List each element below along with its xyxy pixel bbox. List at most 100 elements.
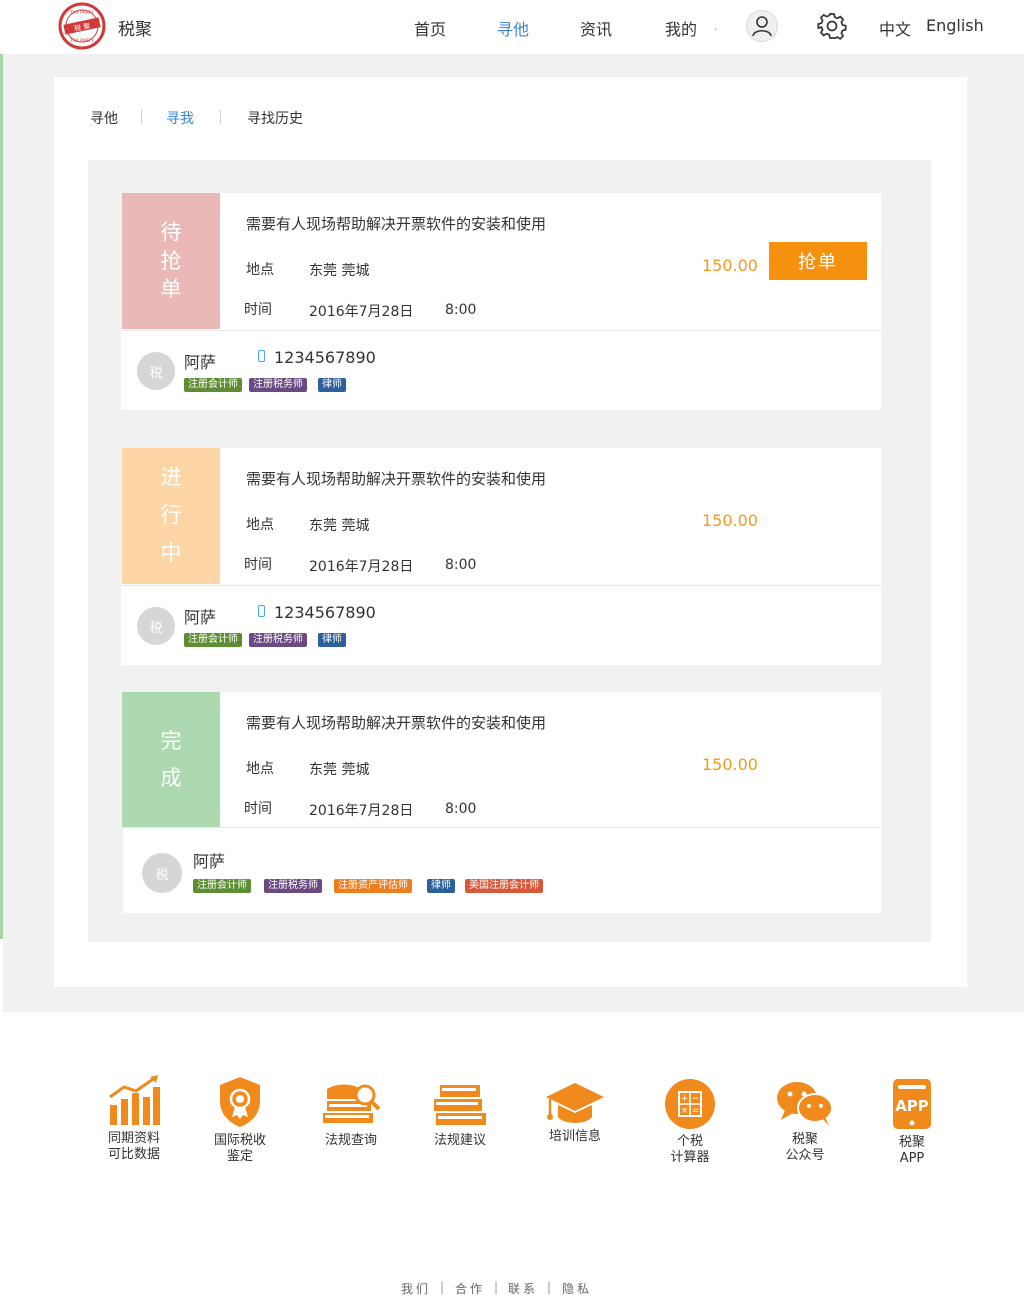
footer-label: 鉴定 <box>226 1149 253 1164</box>
tab-history[interactable]: 寻找历史 <box>247 108 303 128</box>
footer-label: 法规建议 <box>433 1133 486 1148</box>
nav-news[interactable]: 资讯 <box>580 16 612 40</box>
tag-tax-agent: 注册税务师 <box>264 879 322 893</box>
gear-icon[interactable] <box>817 11 847 41</box>
grab-order-button[interactable]: 抢单 <box>769 242 867 280</box>
svg-text:TAX PARTY: TAX PARTY <box>69 38 94 44</box>
user-button[interactable] <box>746 10 778 42</box>
location-label: 地点 <box>246 761 274 777</box>
svg-text:=: = <box>692 1106 700 1116</box>
tag-tax-agent: 注册税务师 <box>249 378 307 392</box>
nav-find-him[interactable]: 寻他 <box>497 16 529 40</box>
brand-name: 税聚 <box>118 20 152 40</box>
books-icon <box>434 1085 486 1125</box>
footer-link-contact[interactable]: 联系 <box>508 1280 538 1297</box>
calculator-icon: + − × = <box>665 1079 715 1129</box>
tab-find-him[interactable]: 寻他 <box>90 108 118 128</box>
footer-app[interactable]: APP 税聚 APP <box>862 1077 962 1167</box>
logo-seal-icon[interactable]: 税 聚 TAX PARTY TAX PARTY <box>58 2 106 50</box>
tag-accountant: 注册会计师 <box>184 378 242 392</box>
footer-link-privacy[interactable]: 隐私 <box>562 1280 592 1297</box>
tab-find-me[interactable]: 寻我 <box>166 108 194 128</box>
footer-link-about[interactable]: 我们 <box>401 1280 431 1297</box>
graduation-cap-icon <box>546 1083 604 1123</box>
tag-tax-agent: 注册税务师 <box>249 633 307 647</box>
nav-home[interactable]: 首页 <box>414 16 446 40</box>
user-row <box>123 828 881 913</box>
lang-chinese[interactable]: 中文 <box>879 16 911 40</box>
footer-label: 可比数据 <box>107 1147 160 1162</box>
app-icon: APP <box>893 1079 931 1129</box>
footer-label: 计算器 <box>670 1150 710 1165</box>
footer-label: APP <box>899 1151 925 1166</box>
status-badge: 待抢单 <box>122 193 220 329</box>
tab-divider <box>220 110 221 124</box>
svg-text:APP: APP <box>895 1097 929 1115</box>
status-badge: 完成 <box>122 692 220 827</box>
location-value: 东莞 莞城 <box>309 263 370 279</box>
footer-tax-calculator[interactable]: + − × = 个税 计算器 <box>640 1078 740 1166</box>
time-label: 时间 <box>244 302 272 318</box>
footer-separator: | <box>494 1280 499 1294</box>
tag-lawyer: 律师 <box>318 633 346 647</box>
footer-label: 公众号 <box>785 1148 825 1163</box>
lang-english[interactable]: English <box>926 16 984 35</box>
footer-label: 同期资料 <box>107 1131 160 1146</box>
avatar[interactable]: 税 <box>142 853 182 893</box>
date-value: 2016年7月28日 <box>309 304 414 320</box>
price: 150.00 <box>702 511 758 530</box>
tag-asset-appraiser: 注册资产评估师 <box>334 879 412 893</box>
price: 150.00 <box>702 256 758 275</box>
user-icon <box>752 16 772 37</box>
user-name: 阿萨 <box>184 608 217 627</box>
left-accent-line <box>0 54 3 939</box>
footer-wechat[interactable]: 税聚 公众号 <box>755 1078 855 1164</box>
status-label: 待抢单 <box>160 220 182 302</box>
footer-international-tax[interactable]: 国际税收 鉴定 <box>190 1075 290 1165</box>
footer-label: 个税 <box>676 1134 703 1149</box>
footer-label: 税聚 <box>791 1132 818 1147</box>
order-title[interactable]: 需要有人现场帮助解决开票软件的安装和使用 <box>246 468 546 489</box>
tag-us-cpa: 美国注册会计师 <box>465 879 543 893</box>
date-value: 2016年7月28日 <box>309 559 414 575</box>
svg-text:+: + <box>681 1094 689 1104</box>
location-value: 东莞 莞城 <box>309 518 370 534</box>
footer-separator: | <box>440 1280 445 1294</box>
footer-training[interactable]: 培训信息 <box>525 1081 625 1145</box>
nav-dot: . <box>714 22 718 33</box>
footer-label: 培训信息 <box>548 1129 601 1144</box>
order-title[interactable]: 需要有人现场帮助解决开票软件的安装和使用 <box>246 213 546 234</box>
time-value: 8:00 <box>445 302 477 318</box>
avatar[interactable]: 税 <box>137 352 175 390</box>
svg-text:TAX PARTY: TAX PARTY <box>69 10 94 16</box>
book-search-icon <box>323 1084 381 1123</box>
footer-comparable-data[interactable]: 同期资料 可比数据 <box>84 1075 184 1163</box>
location-label: 地点 <box>246 262 274 278</box>
tag-accountant: 注册会计师 <box>184 633 242 647</box>
tab-divider <box>141 110 142 124</box>
nav-mine[interactable]: 我的 <box>665 16 697 40</box>
order-title[interactable]: 需要有人现场帮助解决开票软件的安装和使用 <box>246 712 546 733</box>
phone-number: 1234567890 <box>274 348 376 367</box>
footer-link-cooperation[interactable]: 合作 <box>455 1280 485 1297</box>
tag-lawyer: 律师 <box>318 378 346 392</box>
time-label: 时间 <box>244 801 272 817</box>
user-name: 阿萨 <box>184 353 217 372</box>
phone-icon <box>258 350 265 362</box>
svg-text:−: − <box>692 1094 700 1104</box>
tag-accountant: 注册会计师 <box>193 879 251 893</box>
wechat-icon <box>777 1082 833 1126</box>
time-label: 时间 <box>244 557 272 573</box>
footer-separator: | <box>547 1280 552 1294</box>
shield-medal-icon <box>220 1077 260 1127</box>
footer-regulation-search[interactable]: 法规查询 <box>301 1079 401 1149</box>
footer-label: 税聚 <box>898 1135 925 1150</box>
user-row <box>121 586 881 665</box>
location-label: 地点 <box>246 517 274 533</box>
price: 150.00 <box>702 755 758 774</box>
user-name: 阿萨 <box>193 852 226 871</box>
avatar[interactable]: 税 <box>137 607 175 645</box>
time-value: 8:00 <box>445 801 477 817</box>
location-value: 东莞 莞城 <box>309 762 370 778</box>
footer-regulation-advice[interactable]: 法规建议 <box>410 1081 510 1149</box>
